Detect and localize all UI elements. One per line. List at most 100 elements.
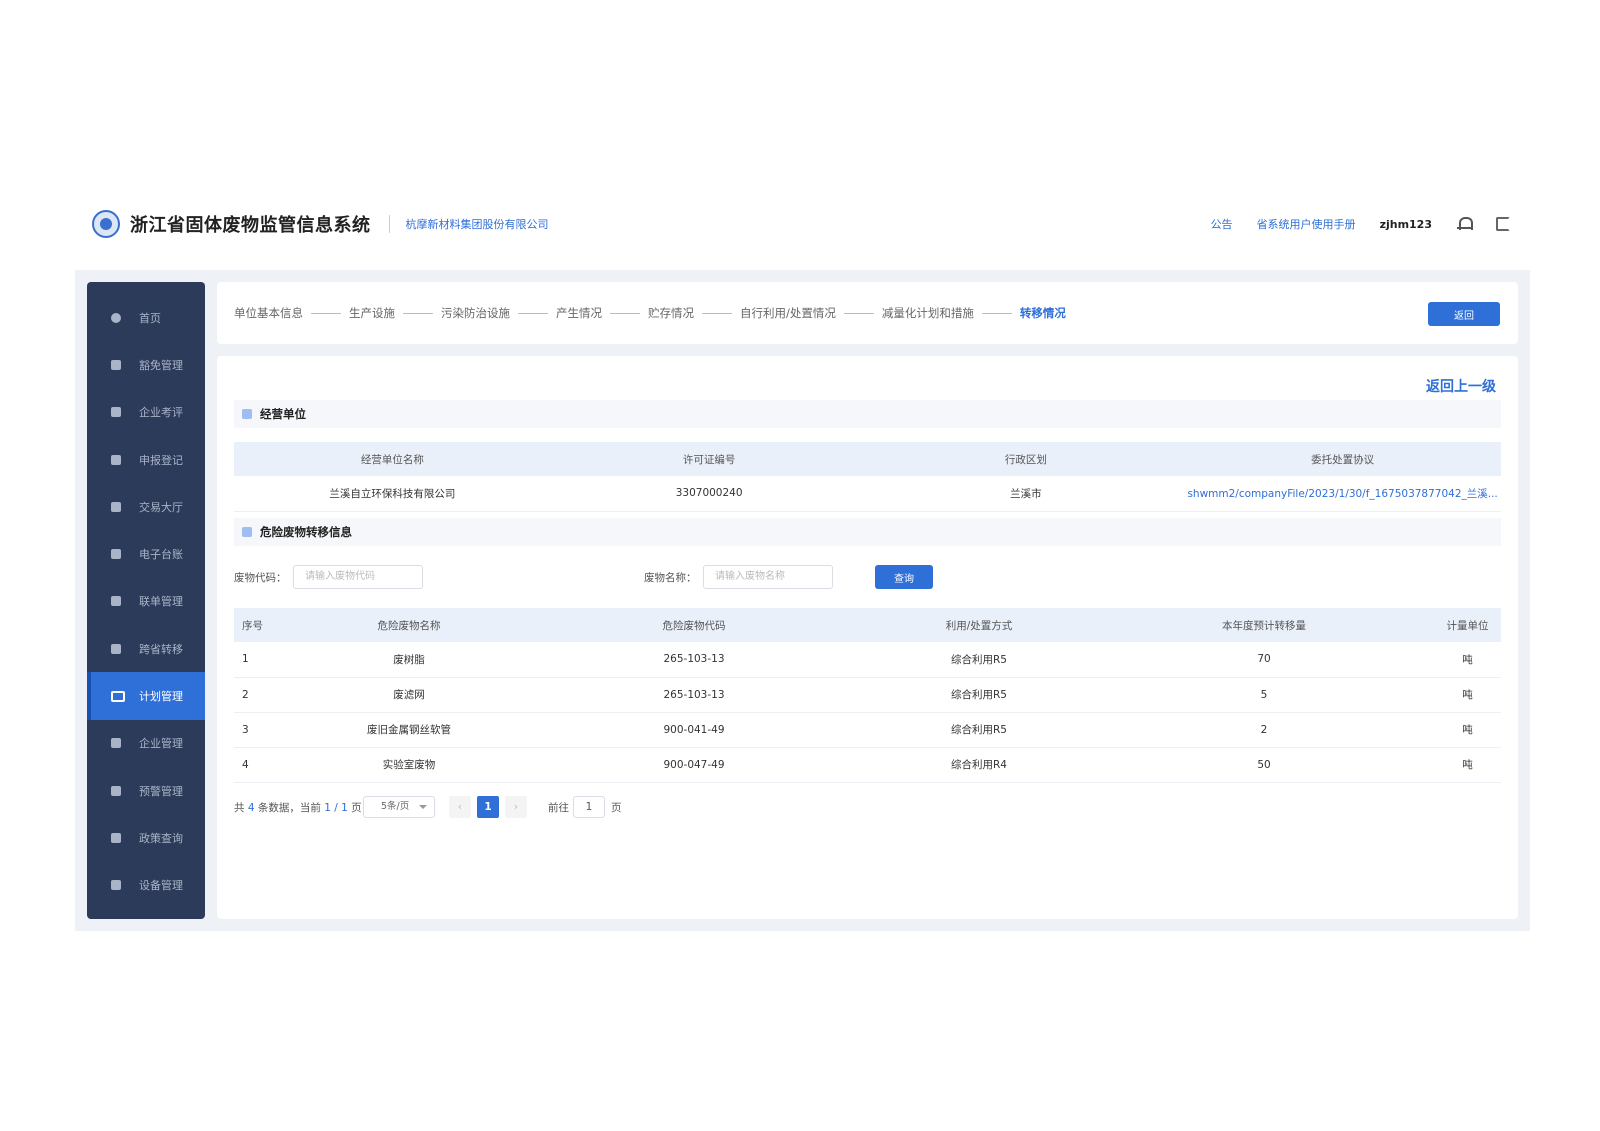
sidebar-item-exemption[interactable]: 豁免管理: [87, 341, 205, 388]
table-cell: 265-103-13: [524, 677, 864, 713]
pagination-text: /: [334, 802, 338, 814]
sidebar-item-label: 电子台账: [139, 548, 183, 562]
page-number-button[interactable]: 1: [477, 796, 499, 818]
sidebar-item-enterprise[interactable]: 企业管理: [87, 720, 205, 767]
waste-name-input[interactable]: 请输入废物名称: [703, 565, 833, 589]
table-header-row: 经营单位名称 许可证编号 行政区划 委托处置协议: [234, 442, 1501, 476]
shield-icon: [111, 359, 121, 370]
header-actions: 公告 省系统用户使用手册 zjhm123: [1211, 198, 1510, 250]
column-header: 本年度预计转移量: [1094, 608, 1434, 642]
sidebar-item-plan[interactable]: 计划管理: [87, 672, 205, 720]
section-title: 危险废物转移信息: [260, 525, 352, 539]
step-generation[interactable]: 产生情况: [556, 305, 602, 321]
sidebar-item-ledger[interactable]: 电子台账: [87, 530, 205, 577]
sidebar-item-home[interactable]: 首页: [87, 294, 205, 341]
table-row: 3 废旧金属钢丝软管 900-041-49 综合利用R5 2 吨: [234, 712, 1501, 748]
goto-suffix: 页: [611, 802, 622, 814]
column-header: 危险废物名称: [294, 608, 524, 642]
user-manual-link[interactable]: 省系统用户使用手册: [1257, 216, 1356, 232]
table-cell: 2: [234, 677, 294, 713]
section-title: 经营单位: [260, 407, 306, 421]
sidebar-item-declaration[interactable]: 申报登记: [87, 436, 205, 483]
column-header: 危险废物代码: [524, 608, 864, 642]
transfer-icon: [111, 643, 121, 654]
sidebar-item-label: 政策查询: [139, 831, 183, 845]
step-connector: [311, 312, 341, 314]
warning-icon: [111, 785, 121, 796]
agreement-file-link[interactable]: shwmm2/companyFile/2023/1/30/f_167503787…: [1184, 476, 1501, 512]
waste-name-label: 废物名称：: [644, 572, 697, 584]
search-button[interactable]: 查询: [875, 565, 933, 589]
column-header: 序号: [234, 608, 294, 642]
table-cell: 综合利用R5: [864, 712, 1094, 748]
main-card: 返回上一级 经营单位 经营单位名称 许可证编号 行政区划 委托处置协议 兰溪自立…: [217, 356, 1518, 919]
device-icon: [111, 880, 121, 891]
sidebar-item-warning[interactable]: 预警管理: [87, 767, 205, 814]
step-reduction-plan[interactable]: 减量化计划和措施: [882, 305, 974, 321]
step-self-disposal[interactable]: 自行利用/处置情况: [740, 305, 836, 321]
goto-page-input[interactable]: 1: [573, 796, 605, 818]
table-cell: 3307000240: [550, 476, 868, 512]
back-up-link[interactable]: 返回上一级: [1426, 376, 1496, 396]
store-icon: [111, 501, 121, 512]
bell-icon[interactable]: [1456, 216, 1473, 232]
back-button[interactable]: 返回: [1428, 302, 1500, 326]
table-cell: 5: [1094, 677, 1434, 713]
page-size-select[interactable]: 5条/页: [363, 796, 435, 818]
sidebar-item-policy[interactable]: 政策查询: [87, 814, 205, 861]
logout-icon[interactable]: [1496, 217, 1510, 231]
building-icon: [111, 738, 121, 749]
table-row: 4 实验室废物 900-047-49 综合利用R4 50 吨: [234, 747, 1501, 783]
transfer-table: 序号 危险废物名称 危险废物代码 利用/处置方式 本年度预计转移量 计量单位 1…: [234, 608, 1501, 783]
sidebar-item-evaluation[interactable]: 企业考评: [87, 389, 205, 436]
step-transfer[interactable]: 转移情况: [1020, 305, 1066, 321]
step-connector: [403, 312, 433, 314]
table-cell: 265-103-13: [524, 642, 864, 678]
next-page-button[interactable]: ›: [505, 796, 527, 818]
home-icon: [111, 312, 121, 323]
pagination-summary: 共 4 条数据，当前 1 / 1 页: [234, 800, 362, 815]
table-cell: 废树脂: [294, 642, 524, 678]
total-count: 4: [247, 802, 255, 814]
table-header-row: 序号 危险废物名称 危险废物代码 利用/处置方式 本年度预计转移量 计量单位: [234, 608, 1501, 642]
sidebar-item-label: 计划管理: [139, 690, 183, 704]
column-header: 计量单位: [1434, 608, 1501, 642]
sidebar-item-trading[interactable]: 交易大厅: [87, 483, 205, 530]
pagination-text: 共: [234, 802, 245, 814]
current-page: 1: [324, 802, 331, 814]
sidebar-item-cross-province[interactable]: 跨省转移: [87, 625, 205, 672]
filter-bar: 废物代码： 请输入废物代码 废物名称： 请输入废物名称 查询: [234, 565, 1234, 589]
system-logo-icon: [92, 210, 120, 238]
table-cell: 兰溪市: [867, 476, 1185, 512]
table-row: 兰溪自立环保科技有限公司 3307000240 兰溪市 shwmm2/compa…: [234, 476, 1501, 512]
waste-code-input[interactable]: 请输入废物代码: [293, 565, 423, 589]
sidebar-item-label: 联单管理: [139, 595, 183, 609]
table-cell: 4: [234, 747, 294, 783]
sidebar-item-label: 企业管理: [139, 737, 183, 751]
sidebar-item-label: 交易大厅: [139, 500, 183, 514]
prev-page-button[interactable]: ‹: [449, 796, 471, 818]
document-icon: [111, 454, 121, 465]
table-cell: 3: [234, 712, 294, 748]
system-title: 浙江省固体废物监管信息系统: [130, 215, 371, 236]
sidebar-item-label: 设备管理: [139, 879, 183, 893]
content-frame: 首页 豁免管理 企业考评 申报登记 交易大厅 电子台账 联单管理 跨省转移 计划…: [75, 270, 1530, 931]
table-cell: 综合利用R4: [864, 747, 1094, 783]
step-pollution-facilities[interactable]: 污染防治设施: [441, 305, 510, 321]
pagination: 共 4 条数据，当前 1 / 1 页 5条/页 ‹ 1 › 前往 1 页: [234, 796, 734, 818]
section-icon: [242, 409, 252, 419]
step-storage[interactable]: 贮存情况: [648, 305, 694, 321]
username[interactable]: zjhm123: [1380, 218, 1432, 231]
step-basic-info[interactable]: 单位基本信息: [234, 305, 303, 321]
step-bar: 单位基本信息 生产设施 污染防治设施 产生情况 贮存情况 自行利用/处置情况 减…: [217, 282, 1518, 344]
chat-icon: [111, 407, 121, 418]
sidebar-item-manifest[interactable]: 联单管理: [87, 578, 205, 625]
pagination-text: 页: [351, 802, 362, 814]
column-header: 委托处置协议: [1184, 442, 1501, 476]
step-production-facilities[interactable]: 生产设施: [349, 305, 395, 321]
notice-link[interactable]: 公告: [1211, 216, 1233, 232]
sidebar-item-device[interactable]: 设备管理: [87, 862, 205, 909]
sidebar-item-label: 首页: [139, 311, 161, 325]
step-connector: [981, 312, 1012, 314]
table-cell: 吨: [1434, 642, 1501, 678]
